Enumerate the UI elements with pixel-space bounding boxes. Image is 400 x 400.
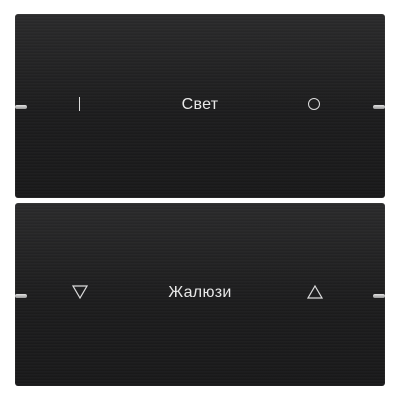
light-status-led-right [373, 105, 385, 109]
light-rocker[interactable]: Свет [15, 14, 385, 198]
off-circle-icon[interactable] [308, 98, 320, 110]
switch-panel: Свет Жалюзи [15, 14, 385, 386]
blinds-label: Жалюзи [168, 284, 232, 301]
triangle-up-icon[interactable] [307, 285, 323, 299]
blinds-status-led-right [373, 294, 385, 298]
light-label: Свет [181, 96, 219, 113]
blinds-rocker[interactable]: Жалюзи [15, 203, 385, 386]
